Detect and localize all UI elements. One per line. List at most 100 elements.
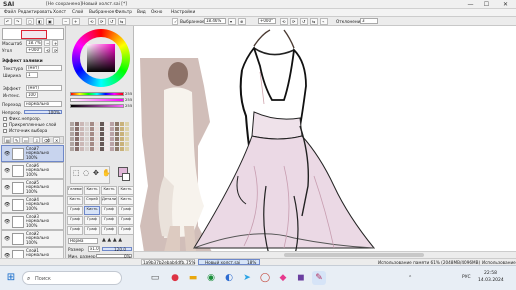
eye-icon[interactable]: 👁 [4,168,10,174]
zoom-field[interactable]: 18.46% [204,18,226,24]
palette-swatch[interactable] [90,147,94,151]
opera-icon[interactable]: ◯ [258,271,272,285]
layer-item[interactable]: 👁 Слой3 нормально 100% [1,213,64,230]
discord-icon[interactable]: ◼ [294,271,308,285]
brush-tool[interactable]: Граф [67,216,83,225]
invert-selection-icon[interactable]: ◧ [36,18,44,25]
menu-selection[interactable]: Выбранное [89,10,114,15]
layer-item[interactable]: 👁 Слой6 нормально 100% [1,162,64,179]
zoom-reset-icon[interactable]: ⊕ [238,18,246,25]
layer-item[interactable]: 👁 Слой7 нормально 100% [1,145,64,162]
palette-swatch[interactable] [85,147,89,151]
palette-swatch[interactable] [85,127,89,131]
palette-swatch[interactable] [80,132,84,136]
palette-swatch[interactable] [85,132,89,136]
stabilizer-mode-icon[interactable]: ⌁ [320,18,328,25]
brush-tool[interactable]: Кисть [118,186,134,195]
menu-settings[interactable]: Настройки [171,10,195,15]
clock-time[interactable]: 22:58 [484,271,497,276]
menu-window[interactable]: Окно [151,10,162,15]
redo-icon[interactable]: ↷ [14,18,22,25]
palette-swatch[interactable] [125,147,129,151]
palette-swatch[interactable] [110,127,114,131]
zoom-out-icon[interactable]: − [62,18,70,25]
menu-canvas[interactable]: Холст [53,10,66,15]
telegram-icon[interactable]: ➤ [240,271,254,285]
navigator-angle-field[interactable]: +000° [26,47,42,53]
clear-layer-icon[interactable]: ⌫ [42,137,50,143]
angle-left-icon[interactable]: ⟲ [280,18,288,25]
sai-app-icon[interactable]: ✎ [312,271,326,285]
new-vector-layer-icon[interactable]: ✎ [13,137,20,143]
palette-swatch[interactable] [100,122,104,126]
app-icon[interactable]: ◆ [276,271,290,285]
merge-down-icon[interactable]: ⇩ [33,137,40,143]
palette-swatch[interactable] [115,132,119,136]
file-explorer-icon[interactable]: ▬ [186,271,200,285]
layer-item[interactable]: 👁 Слой2 нормально 100% [1,230,64,247]
reset-rotation-icon[interactable]: ↺ [108,18,116,25]
input-language[interactable]: РУС [462,275,471,280]
navigator-zoom-minus-icon[interactable]: − [44,40,50,46]
angle-reset-icon[interactable]: ↺ [300,18,308,25]
palette-swatch[interactable] [70,122,74,126]
selection-source-checkbox[interactable] [3,129,7,133]
edge-icon[interactable]: ◐ [222,271,236,285]
palette-swatch[interactable] [100,142,104,146]
palette-swatch[interactable] [105,132,109,136]
palette-swatch[interactable] [80,122,84,126]
zoom-in-icon[interactable]: + [72,18,80,25]
palette-swatch[interactable] [115,137,119,141]
navigator-rotate-left-icon[interactable]: ⟲ [44,47,50,53]
palette-swatch[interactable] [110,147,114,151]
select-tool-icon[interactable]: ⬚ [73,169,80,177]
value-slider[interactable] [70,104,124,108]
brush-tool[interactable]: Граф [118,206,134,215]
brush-tool[interactable]: Кисть [67,196,83,205]
effect-intensity-field[interactable]: 100 [26,92,38,98]
tray-chevron-icon[interactable]: ⌃ [408,275,412,281]
palette-swatch[interactable] [95,132,99,136]
palette-swatch[interactable] [100,132,104,136]
scrollbar-thumb[interactable] [284,253,424,257]
menu-file[interactable]: Файл [4,10,16,15]
brush-size-mult[interactable]: x1.0 [88,246,100,252]
eye-icon[interactable]: 👁 [4,185,10,191]
palette-swatch[interactable] [120,132,124,136]
palette-swatch[interactable] [115,147,119,151]
palette-swatch[interactable] [120,122,124,126]
palette-swatch[interactable] [90,122,94,126]
eye-icon[interactable]: 👁 [4,202,10,208]
palette-swatch[interactable] [80,147,84,151]
palette-swatch[interactable] [75,147,79,151]
palette-swatch[interactable] [100,147,104,151]
palette-swatch[interactable] [95,122,99,126]
horizontal-scrollbar[interactable] [134,251,516,258]
color-wheel[interactable] [72,29,130,87]
angle-right-icon[interactable]: ⟳ [290,18,298,25]
brush-tool[interactable]: Кисть [84,206,100,215]
palette-swatch[interactable] [90,132,94,136]
brush-tool[interactable]: Кисть [118,196,134,205]
navigator-rotate-right-icon[interactable]: ⟳ [52,47,58,53]
palette-swatch[interactable] [105,137,109,141]
palette-swatch[interactable] [85,122,89,126]
palette-swatch[interactable] [120,127,124,131]
palette-swatch[interactable] [70,147,74,151]
deselect-icon[interactable]: ▢ [26,18,34,25]
effect-select[interactable]: (Нет) [26,85,62,91]
brush-tool[interactable]: Граф [101,226,117,235]
palette-swatch[interactable] [75,127,79,131]
close-button[interactable]: ✕ [499,0,512,9]
brush-tool[interactable]: Граф [84,226,100,235]
menu-edit[interactable]: Редактировать [18,10,52,15]
brush-tool[interactable]: Граф [118,216,134,225]
selection-checkbox[interactable]: ✓ [172,18,178,25]
red-app-icon[interactable]: ● [168,271,182,285]
palette-swatch[interactable] [110,137,114,141]
texture-width-field[interactable]: 1 [26,72,38,78]
palette-swatch[interactable] [115,127,119,131]
palette-swatch[interactable] [125,122,129,126]
brush-tool[interactable]: Граф [67,206,83,215]
palette-swatch[interactable] [120,142,124,146]
